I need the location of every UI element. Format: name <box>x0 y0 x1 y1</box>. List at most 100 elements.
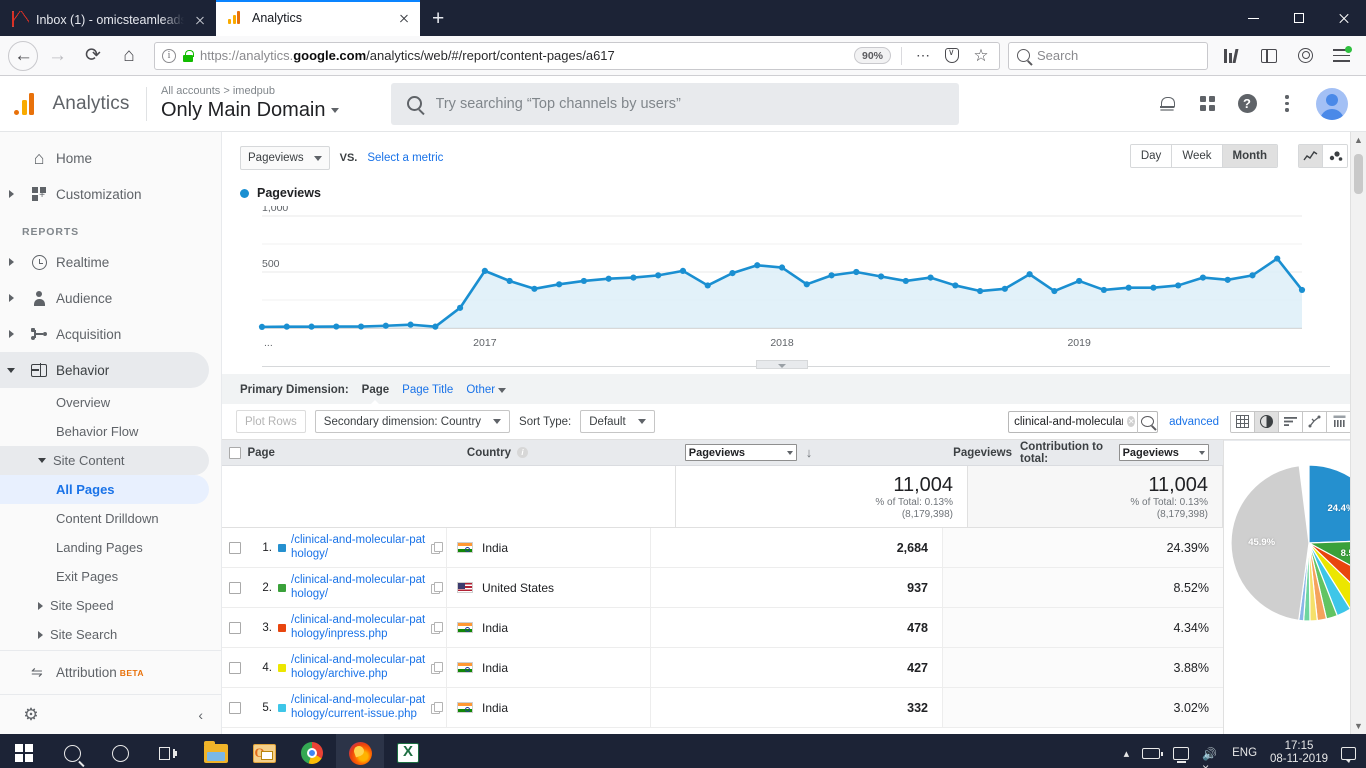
table-row[interactable]: 4. /clinical-and-molecular-pathology/arc… <box>222 648 1223 688</box>
sort-descending-icon[interactable]: ↓ <box>806 445 813 460</box>
clear-search-icon[interactable]: ✕ <box>1127 416 1136 427</box>
forward-button[interactable] <box>40 39 74 73</box>
scroll-down-icon[interactable]: ▼ <box>1351 718 1366 734</box>
granularity-month[interactable]: Month <box>1222 145 1277 167</box>
zoom-level-indicator[interactable]: 90% <box>853 47 891 64</box>
sidebar-item-landing-pages[interactable]: Landing Pages <box>0 533 209 562</box>
select-metric-link[interactable]: Select a metric <box>367 152 443 164</box>
table-row[interactable]: 5. /clinical-and-molecular-pathology/cur… <box>222 688 1223 728</box>
granularity-day[interactable]: Day <box>1130 145 1173 167</box>
browser-tab-analytics[interactable]: Analytics <box>216 0 420 36</box>
outlook-icon[interactable] <box>240 734 288 768</box>
notifications-bell-icon[interactable] <box>1156 93 1178 115</box>
search-input[interactable] <box>435 95 943 112</box>
close-icon[interactable] <box>396 10 412 26</box>
sidebar-item-site-content[interactable]: Site Content <box>0 446 209 475</box>
language-indicator[interactable]: ENG <box>1232 747 1257 759</box>
close-icon[interactable] <box>192 12 208 28</box>
table-search-box[interactable]: ✕ <box>1008 410 1159 433</box>
new-tab-button[interactable]: + <box>420 8 456 36</box>
apps-grid-icon[interactable] <box>1196 93 1218 115</box>
sidebar-item-overview[interactable]: Overview <box>0 388 209 417</box>
help-icon[interactable]: ? <box>1236 93 1258 115</box>
sidebar-toggle-icon[interactable] <box>1252 39 1286 73</box>
select-all-checkbox[interactable] <box>222 446 247 459</box>
column-header-page[interactable]: Page <box>247 447 466 459</box>
sidebar-item-customization[interactable]: Customization <box>0 176 209 212</box>
table-view-icon[interactable] <box>1231 411 1255 432</box>
scroll-up-icon[interactable]: ▲ <box>1351 132 1366 148</box>
chrome-icon[interactable] <box>288 734 336 768</box>
sidebar-item-all-pages[interactable]: All Pages <box>0 475 209 504</box>
sidebar-item-realtime[interactable]: Realtime <box>0 244 209 280</box>
pocket-icon[interactable] <box>941 45 963 67</box>
sidebar-item-behavior[interactable]: Behavior <box>0 352 209 388</box>
info-icon[interactable]: i <box>517 447 528 458</box>
analytics-search-box[interactable] <box>390 82 959 125</box>
row-checkbox[interactable] <box>222 688 248 727</box>
dimension-tab-page[interactable]: Page <box>362 384 389 405</box>
file-explorer-icon[interactable] <box>192 734 240 768</box>
open-in-new-icon[interactable] <box>431 542 443 554</box>
cortana-icon[interactable] <box>96 734 144 768</box>
firefox-icon[interactable] <box>336 734 384 768</box>
sidebar-item-acquisition[interactable]: Acquisition <box>0 316 209 352</box>
sidebar-item-content-drilldown[interactable]: Content Drilldown <box>0 504 209 533</box>
table-row[interactable]: 2. /clinical-and-molecular-pathology/ Un… <box>222 568 1223 608</box>
sidebar-item-attribution[interactable]: Attribution BETA <box>0 650 221 694</box>
url-bar[interactable]: i https://analytics.google.com/analytics… <box>154 41 1000 70</box>
row-checkbox[interactable] <box>222 648 248 687</box>
excel-icon[interactable] <box>384 734 432 768</box>
scrollbar-thumb[interactable] <box>756 360 808 369</box>
row-checkbox[interactable] <box>222 568 248 607</box>
maximize-button[interactable] <box>1276 0 1321 36</box>
start-icon[interactable] <box>0 734 48 768</box>
account-icon[interactable] <box>1288 39 1322 73</box>
battery-icon[interactable] <box>1142 747 1163 759</box>
open-in-new-icon[interactable] <box>431 662 443 674</box>
table-row[interactable]: 3. /clinical-and-molecular-pathology/inp… <box>222 608 1223 648</box>
open-in-new-icon[interactable] <box>431 622 443 634</box>
dimension-tab-other[interactable]: Other <box>466 384 507 396</box>
home-button[interactable] <box>112 39 146 73</box>
open-in-new-icon[interactable] <box>431 582 443 594</box>
metric-column-select[interactable]: Pageviews <box>684 444 797 461</box>
task-view-icon[interactable] <box>144 734 192 768</box>
library-icon[interactable] <box>1216 39 1250 73</box>
sort-type-select[interactable]: Default <box>580 410 655 433</box>
avatar[interactable] <box>1316 87 1348 120</box>
chevron-left-icon[interactable]: ‹ <box>198 707 221 723</box>
page-link[interactable]: /clinical-and-molecular-pathology/ <box>291 534 426 561</box>
expand-arrow-icon[interactable] <box>0 258 22 266</box>
reload-button[interactable] <box>76 39 110 73</box>
page-link[interactable]: /clinical-and-molecular-pathology/archiv… <box>291 654 426 681</box>
sidebar-item-behavior-flow[interactable]: Behavior Flow <box>0 417 209 446</box>
expand-arrow-icon[interactable] <box>0 190 22 198</box>
open-in-new-icon[interactable] <box>431 702 443 714</box>
line-chart[interactable]: 500 1,000... 2017 2018 2019 <box>240 202 1348 356</box>
performance-view-icon[interactable] <box>1279 411 1303 432</box>
column-header-country[interactable]: Country i <box>467 447 667 459</box>
sidebar-item-audience[interactable]: Audience <box>0 280 209 316</box>
bookmark-star-icon[interactable] <box>970 45 992 67</box>
chart-horizontal-scrollbar[interactable] <box>240 360 1348 374</box>
network-icon[interactable] <box>1173 746 1190 763</box>
page-info-icon[interactable]: i <box>162 48 176 63</box>
back-button[interactable] <box>8 40 38 71</box>
show-hidden-icons-icon[interactable]: ▴ <box>1124 747 1130 760</box>
scrollbar-thumb[interactable] <box>1354 154 1363 194</box>
sidebar-item-site-search[interactable]: Site Search <box>0 620 209 649</box>
more-options-kebab-icon[interactable] <box>1276 93 1298 115</box>
contribution-select[interactable]: Pageviews <box>1118 444 1209 461</box>
account-selector[interactable]: All accounts > imedpub Only Main Domain <box>147 85 339 122</box>
browser-tab-gmail[interactable]: Inbox (1) - omicsteamleads2@ <box>0 4 216 36</box>
pie-view-icon[interactable] <box>1255 411 1279 432</box>
gear-icon[interactable]: ⚙ <box>22 705 40 724</box>
main-vertical-scrollbar[interactable]: ▲ ▼ <box>1350 132 1366 734</box>
collapse-arrow-icon[interactable] <box>0 367 22 373</box>
row-checkbox[interactable] <box>222 608 248 647</box>
expand-arrow-icon[interactable] <box>0 294 22 302</box>
notifications-icon[interactable] <box>1341 746 1356 763</box>
minimize-button[interactable] <box>1231 0 1276 36</box>
browser-search-bar[interactable]: Search <box>1008 41 1208 70</box>
